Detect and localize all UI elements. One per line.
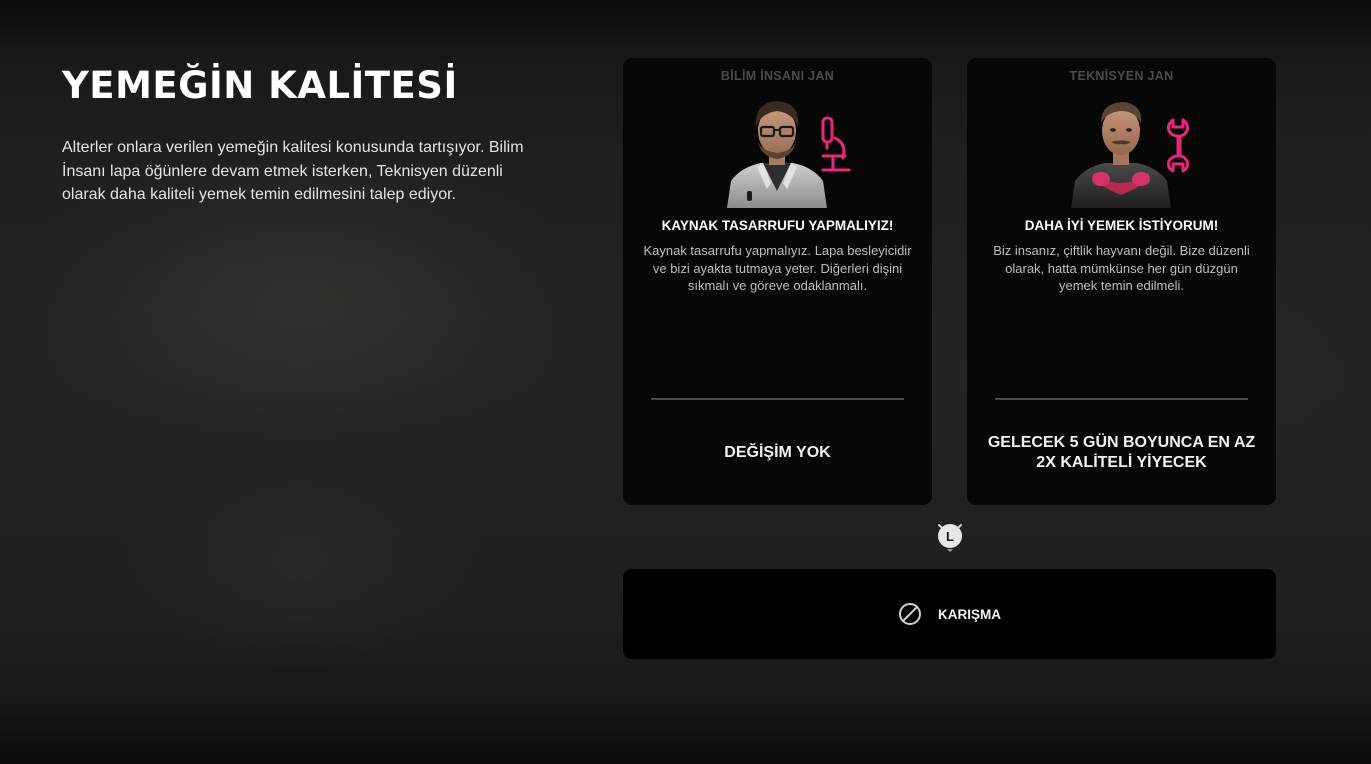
background-vignette-top <box>0 0 1371 60</box>
card-divider <box>995 398 1248 400</box>
option-effect: DEĞİŞİM YOK <box>724 443 831 461</box>
ignore-label: KARIŞMA <box>938 606 1001 622</box>
character-name: BİLİM İNSANI JAN <box>720 69 835 83</box>
event-title: YEMEĞİN KALİTESİ <box>62 64 458 107</box>
option-effect: GELECEK 5 GÜN BOYUNCA EN AZ 2X KALİTELİ … <box>987 433 1256 472</box>
microscope-icon <box>821 116 851 172</box>
timer-key-label: L <box>946 529 954 544</box>
option-heading: KAYNAK TASARRUFU YAPMALIYIZ! <box>661 218 894 233</box>
option-card-scientist[interactable]: BİLİM İNSANI JAN KAYNAK TASARRUFU YAPMAL… <box>623 58 932 505</box>
card-divider <box>651 398 904 400</box>
forbidden-icon <box>899 603 921 625</box>
option-heading: DAHA İYİ YEMEK İSTİYORUM! <box>1024 218 1219 233</box>
character-name: TEKNİSYEN JAN <box>1069 69 1174 83</box>
technician-portrait <box>1071 102 1171 208</box>
timer-icon: L <box>938 524 962 552</box>
option-card-technician[interactable]: TEKNİSYEN JAN DAHA İYİ YEMEK İSTİYORUM! … <box>967 58 1276 505</box>
character-portrait-technician <box>1071 95 1189 208</box>
option-text: Biz insanız, çiftlik hayvanı değil. Bize… <box>993 243 1250 293</box>
event-description: Alterler onlara verilen yemeğin kalitesi… <box>62 139 524 203</box>
scientist-portrait <box>727 101 827 208</box>
option-text: Kaynak tasarrufu yapmalıyız. Lapa besley… <box>643 243 912 293</box>
background-vignette-bottom <box>0 694 1371 764</box>
character-portrait-scientist <box>727 95 851 208</box>
ignore-button[interactable]: KARIŞMA <box>623 569 1276 659</box>
wrench-icon <box>1167 118 1189 173</box>
